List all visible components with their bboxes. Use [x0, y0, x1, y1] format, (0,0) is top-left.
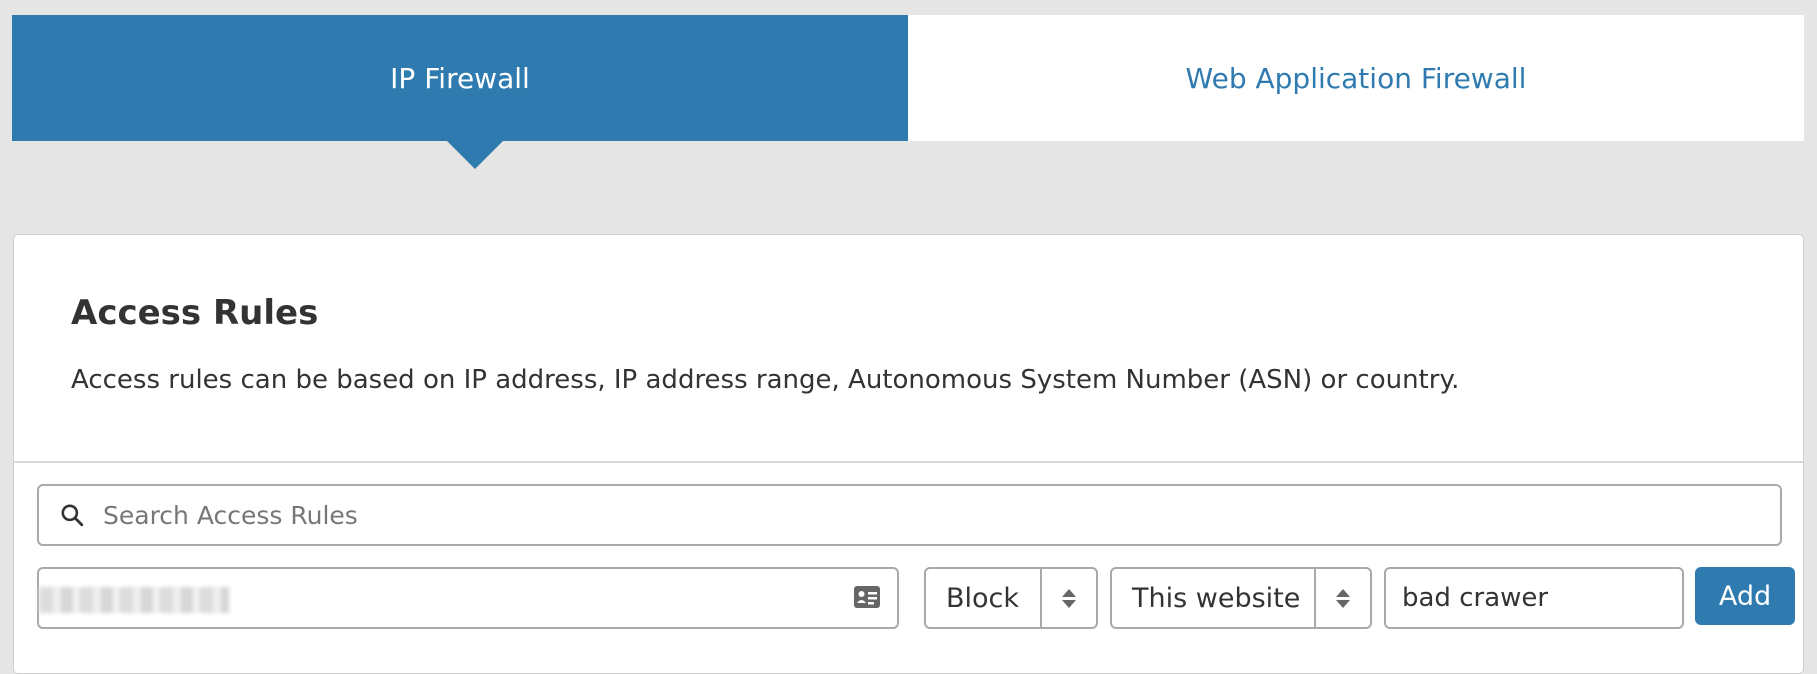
action-select-value: Block [946, 582, 1020, 614]
note-input[interactable] [1384, 567, 1684, 629]
firewall-tabs: IP Firewall Web Application Firewall [12, 15, 1804, 141]
card-description: Access rules can be based on IP address,… [71, 365, 1460, 395]
add-button[interactable]: Add [1695, 567, 1795, 625]
action-select-stepper[interactable] [1040, 569, 1096, 627]
chevron-down-icon [1336, 599, 1350, 608]
search-icon [61, 504, 84, 527]
chevron-down-icon [1062, 599, 1076, 608]
chevron-up-icon [1336, 588, 1350, 597]
active-tab-pointer [447, 141, 503, 169]
divider [14, 461, 1803, 463]
search-input[interactable] [103, 490, 1753, 540]
chevron-up-icon [1062, 588, 1076, 597]
scope-select-stepper[interactable] [1314, 569, 1370, 627]
search-box [37, 484, 1782, 546]
redacted-value [39, 587, 229, 613]
scope-select[interactable]: This website [1110, 567, 1372, 629]
rule-value-input[interactable] [37, 567, 899, 629]
card-title: Access Rules [71, 293, 319, 333]
id-card-icon[interactable] [853, 585, 881, 609]
access-rules-card: Access Rules Access rules can be based o… [13, 234, 1804, 674]
tab-web-application-firewall[interactable]: Web Application Firewall [908, 15, 1804, 141]
action-select[interactable]: Block [924, 567, 1098, 629]
tab-ip-firewall[interactable]: IP Firewall [12, 15, 908, 141]
scope-select-value: This website [1132, 582, 1301, 614]
